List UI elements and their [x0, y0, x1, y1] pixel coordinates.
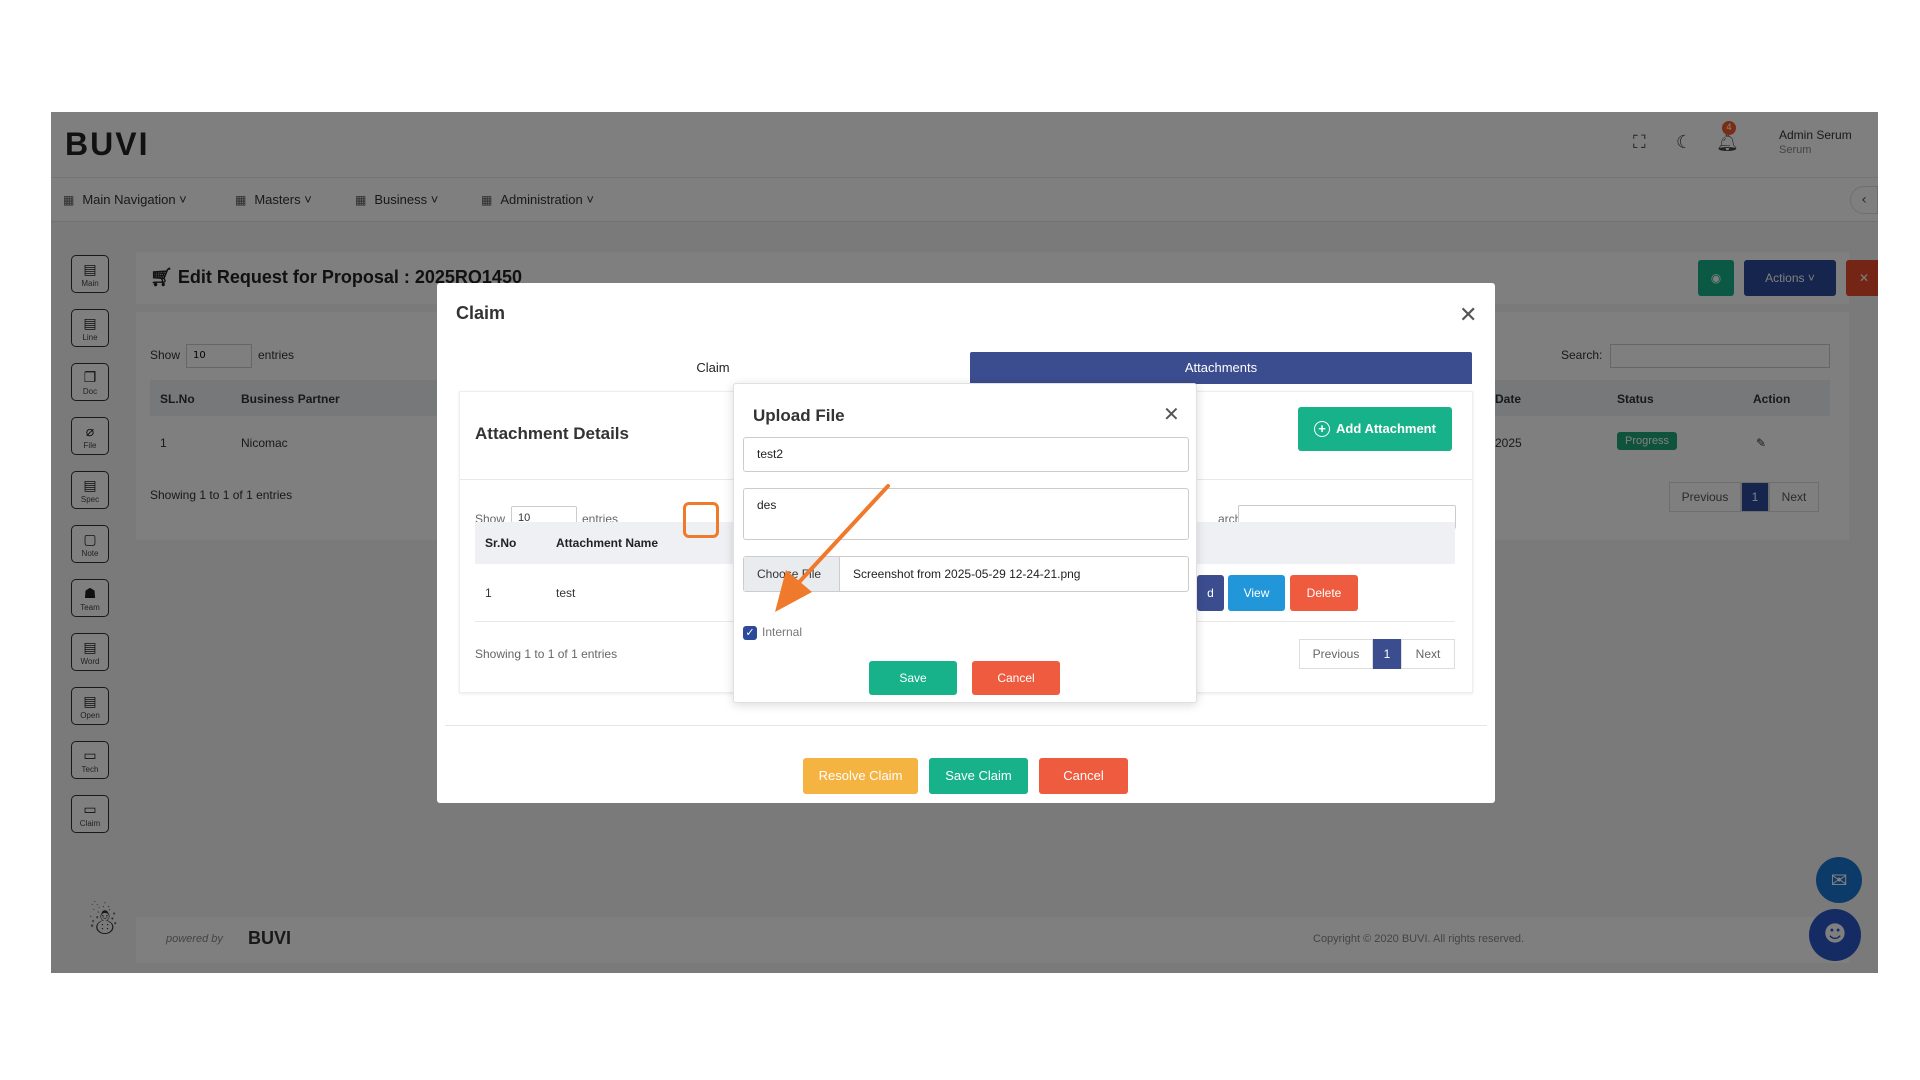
upload-file-title: Upload File: [753, 406, 845, 425]
pager-next[interactable]: Next: [1401, 639, 1455, 669]
download-button[interactable]: d: [1197, 575, 1224, 611]
claim-modal: Claim ✕ Claim Attachments Attachment Det…: [437, 283, 1495, 803]
delete-button[interactable]: Delete: [1290, 575, 1358, 611]
upload-save-button[interactable]: Save: [869, 661, 957, 695]
tab-claim[interactable]: Claim: [459, 352, 967, 384]
upload-cancel-button[interactable]: Cancel: [972, 661, 1060, 695]
divider: [445, 725, 1487, 726]
app-window: BUVI ⛶ ☾ 🔔︎ 4 Admin Serum Serum ▦Main Na…: [51, 112, 1878, 973]
checkbox-highlight: [683, 502, 719, 538]
view-button[interactable]: View: [1228, 575, 1285, 611]
close-icon[interactable]: ✕: [1163, 402, 1180, 426]
tab-attachments[interactable]: Attachments: [970, 352, 1472, 384]
cell-attachment-name: test: [556, 586, 576, 600]
cancel-claim-button[interactable]: Cancel: [1039, 758, 1128, 794]
cell-srno: 1: [485, 586, 492, 600]
resolve-claim-button[interactable]: Resolve Claim: [803, 758, 918, 794]
save-claim-button[interactable]: Save Claim: [929, 758, 1028, 794]
plus-circle-icon: +: [1314, 421, 1331, 437]
choose-file-button[interactable]: Choose File: [744, 557, 840, 591]
internal-label: Internal: [762, 625, 803, 639]
pager-page-1[interactable]: 1: [1373, 639, 1401, 669]
add-attachment-button[interactable]: + Add Attachment: [1298, 407, 1452, 451]
internal-checkbox[interactable]: ✓: [743, 626, 757, 640]
add-attachment-label: Add Attachment: [1336, 421, 1436, 436]
file-input[interactable]: Choose File Screenshot from 2025-05-29 1…: [743, 556, 1189, 592]
description-textarea[interactable]: des: [743, 488, 1189, 540]
pager-previous[interactable]: Previous: [1299, 639, 1373, 669]
th-srno: Sr.No: [485, 536, 517, 550]
upload-file-modal: Upload File ✕ test2 des Choose File Scre…: [733, 383, 1197, 703]
close-icon[interactable]: ✕: [1459, 303, 1477, 328]
th-attachment-name: Attachment Name: [556, 536, 659, 550]
file-name-input[interactable]: test2: [743, 437, 1189, 472]
attachment-details-title: Attachment Details: [475, 424, 629, 443]
claim-modal-title: Claim: [456, 303, 506, 323]
selected-file-name: Screenshot from 2025-05-29 12-24-21.png: [853, 567, 1081, 581]
table-info: Showing 1 to 1 of 1 entries: [475, 647, 618, 661]
